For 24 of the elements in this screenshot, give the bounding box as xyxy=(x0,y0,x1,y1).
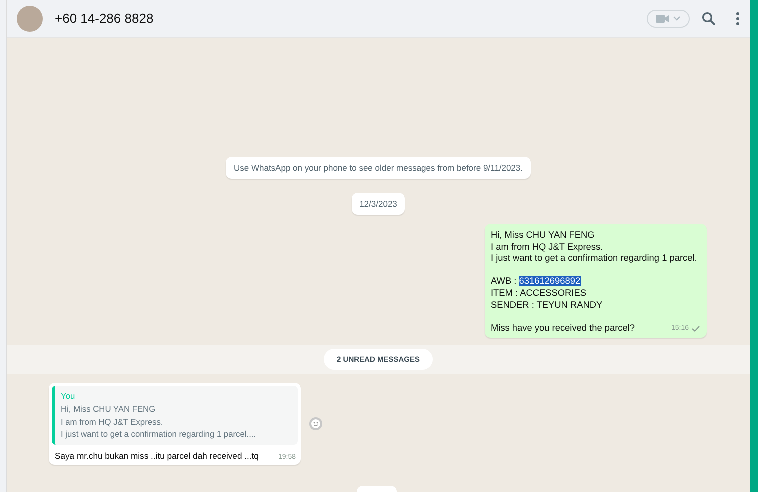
quote-line: Hi, Miss CHU YAN FENG xyxy=(61,402,157,416)
video-camera-icon xyxy=(656,14,670,24)
quote-author: You xyxy=(61,390,76,403)
message-text: Saya mr.chu bukan miss ..itu parcel dah received ...tq xyxy=(55,450,259,461)
quoted-message[interactable]: You Hi, Miss CHU YAN FENG I am from HQ J&T Express. I just want to get a confirmation regarding 1 parcel.... xyxy=(52,386,298,445)
quote-line: I am from HQ J&T Express. xyxy=(61,416,164,428)
sent-tick-icon xyxy=(692,326,700,332)
message-line: I just want to get a confirmation regarding 1 parcel. xyxy=(491,253,698,265)
message-line: ITEM : ACCESSORIES xyxy=(491,288,588,300)
message-line: I am from HQ J&T Express. xyxy=(491,242,604,254)
quote-line: I just want to get a confirmation regarding 1 parcel.... xyxy=(61,428,258,441)
video-call-button[interactable] xyxy=(647,10,690,28)
contact-name: +60 14-286 8828 xyxy=(55,11,155,26)
system-notice: Use WhatsApp on your phone to see older messages from before 9/11/2023. xyxy=(226,157,531,179)
date-divider: 12/3/2023 xyxy=(352,193,406,215)
caret-icon xyxy=(673,16,681,22)
message-line: Hi, Miss CHU YAN FENG xyxy=(491,230,596,242)
emoji-icon[interactable] xyxy=(309,417,323,432)
message-line: SENDER : TEYUN RANDY xyxy=(491,300,604,312)
message-line: AWB : 631612696892 xyxy=(491,276,582,288)
search-icon[interactable] xyxy=(702,12,716,26)
menu-icon[interactable] xyxy=(736,12,740,26)
contact-avatar[interactable] xyxy=(17,6,43,32)
message-line: Miss have you received the parcel? xyxy=(491,322,636,334)
